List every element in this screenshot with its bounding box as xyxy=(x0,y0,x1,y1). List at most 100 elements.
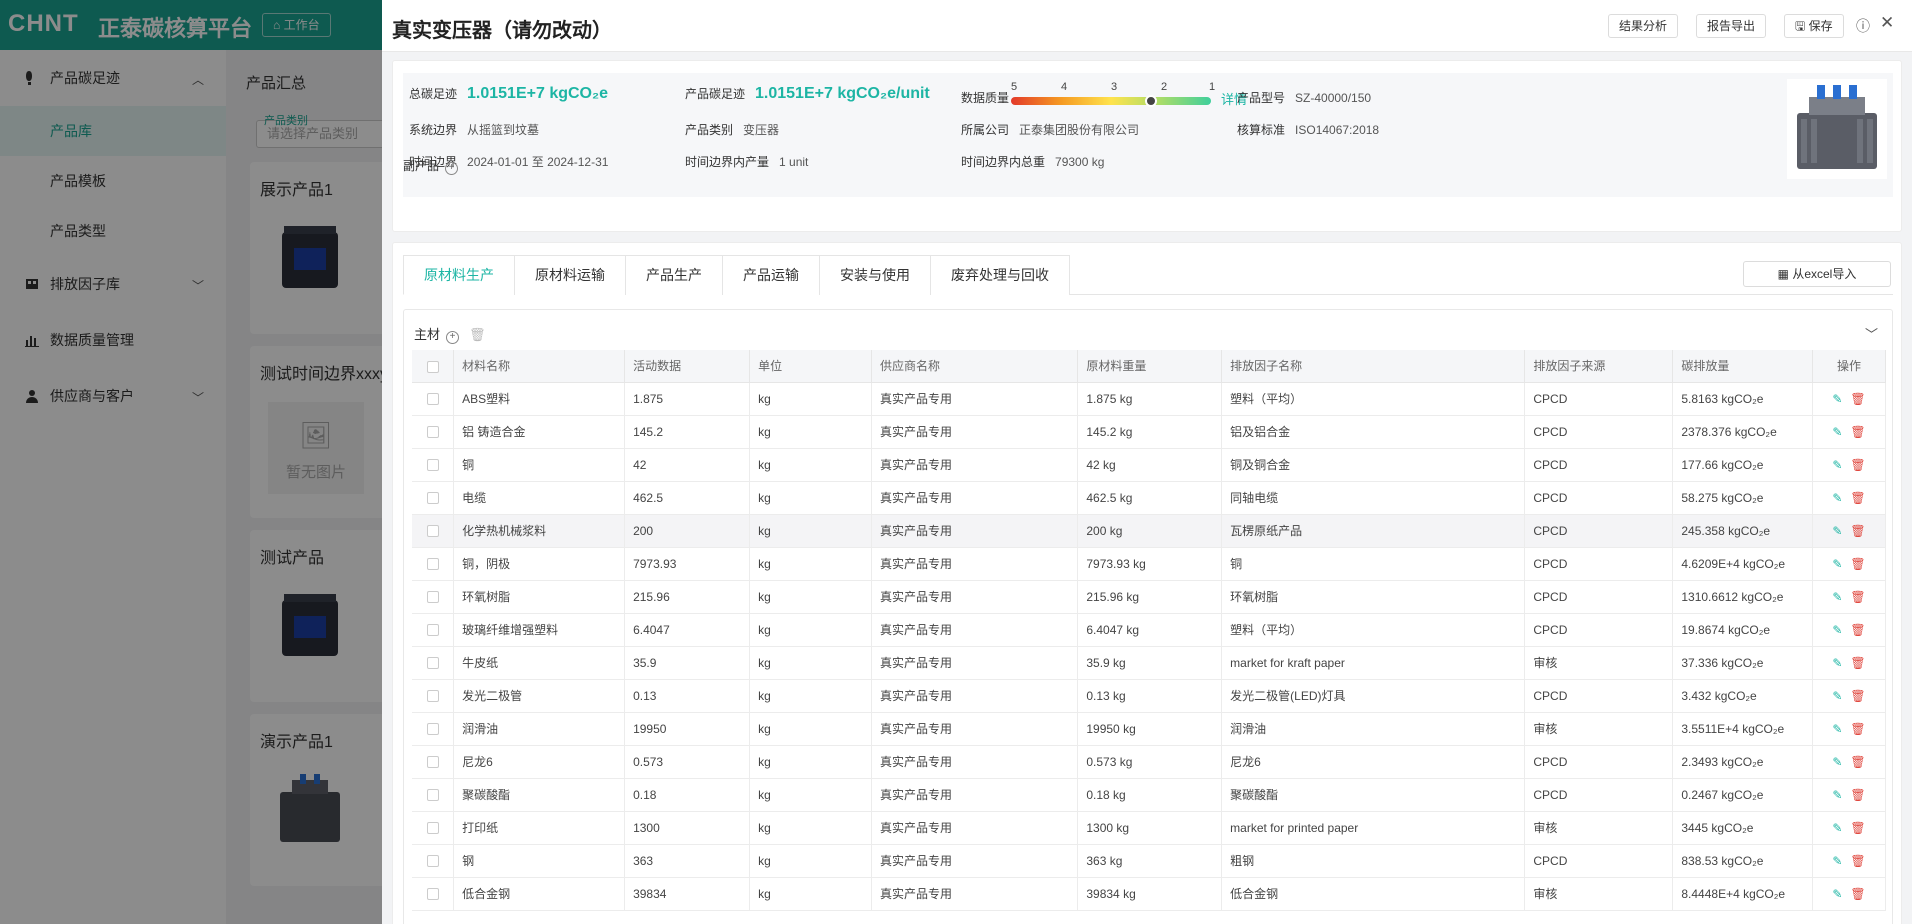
edit-icon[interactable]: ✎ xyxy=(1832,392,1842,406)
row-checkbox[interactable] xyxy=(426,624,439,637)
table-row[interactable]: 尼龙6 0.573 kg 真实产品专用 0.573 kg 尼龙6 CPCD 2.3493 kg… xyxy=(412,745,1887,779)
table-row[interactable]: 环氧树脂 215.96 kg 真实产品专用 215.96 kg 环氧树脂 CPCD 1310.… xyxy=(412,580,1887,614)
table-cell: CPCD xyxy=(1524,679,1674,713)
edit-icon[interactable]: ✎ xyxy=(1832,623,1842,637)
edit-icon[interactable]: ✎ xyxy=(1832,656,1842,670)
row-checkbox[interactable] xyxy=(426,789,439,802)
chevron-down-icon[interactable]: ﹀ xyxy=(1865,324,1878,343)
table-row[interactable]: 润滑油 19950 kg 真实产品专用 19950 kg 润滑油 审核 3.5511E+4 k… xyxy=(412,712,1887,746)
row-checkbox[interactable] xyxy=(426,822,439,835)
add-byproduct-icon[interactable]: + xyxy=(445,162,459,175)
table-cell: 1310.6612 kgCO₂e xyxy=(1672,580,1813,614)
row-checkbox[interactable] xyxy=(426,855,439,868)
field-value: 从摇篮到坟墓 xyxy=(467,123,540,137)
data-quality-bar xyxy=(1011,97,1211,105)
delete-icon[interactable]: 🗑 xyxy=(1850,557,1865,571)
table-row[interactable]: 聚碳酸酯 0.18 kg 真实产品专用 0.18 kg 聚碳酸酯 CPCD 0.2467 kg… xyxy=(412,778,1887,812)
table-row[interactable]: 牛皮纸 35.9 kg 真实产品专用 35.9 kg market for kraft p… xyxy=(412,646,1887,680)
trash-icon[interactable]: 🗑 xyxy=(469,327,486,342)
table-row[interactable]: 铜 42 kg 真实产品专用 42 kg 铜及铜合金 CPCD 177.66 kgCO₂e ✎ 🗑 xyxy=(412,448,1887,482)
table-row[interactable]: 化学热机械浆料 200 kg 真实产品专用 200 kg 瓦楞原纸产品 CPCD 245.35… xyxy=(412,514,1887,548)
table-cell: kg xyxy=(749,613,873,647)
edit-icon[interactable]: ✎ xyxy=(1832,821,1842,835)
help-icon[interactable]: ⓘ xyxy=(1856,16,1870,36)
delete-icon[interactable]: 🗑 xyxy=(1850,458,1865,472)
delete-icon[interactable]: 🗑 xyxy=(1850,590,1865,604)
delete-icon[interactable]: 🗑 xyxy=(1850,689,1865,703)
table-cell: kg xyxy=(749,877,873,911)
tab-raw-material-transport[interactable]: 原材料运输 xyxy=(514,255,626,295)
table-row[interactable]: 打印纸 1300 kg 真实产品专用 1300 kg market for printed… xyxy=(412,811,1887,845)
tab-installation-use[interactable]: 安装与使用 xyxy=(819,255,931,295)
excel-import-button[interactable]: ▦ 从excel导入 xyxy=(1743,261,1891,287)
edit-icon[interactable]: ✎ xyxy=(1832,722,1842,736)
edit-icon[interactable]: ✎ xyxy=(1832,458,1842,472)
byproduct-label: 副产品 xyxy=(403,159,440,173)
edit-icon[interactable]: ✎ xyxy=(1832,887,1842,901)
column-header: 操作 xyxy=(1812,350,1887,383)
row-checkbox[interactable] xyxy=(426,393,439,406)
table-cell: 真实产品专用 xyxy=(871,613,1079,647)
row-checkbox[interactable] xyxy=(426,591,439,604)
edit-icon[interactable]: ✎ xyxy=(1832,590,1842,604)
table-row[interactable]: 钢 363 kg 真实产品专用 363 kg 粗钢 CPCD 838.53 kgCO₂e ✎ 🗑 xyxy=(412,844,1887,878)
row-checkbox[interactable] xyxy=(426,756,439,769)
table-row[interactable]: 玻璃纤维增强塑料 6.4047 kg 真实产品专用 6.4047 kg 塑料（平均） CPC… xyxy=(412,613,1887,647)
row-checkbox[interactable] xyxy=(426,888,439,901)
row-actions: ✎ 🗑 xyxy=(1812,547,1887,581)
edit-icon[interactable]: ✎ xyxy=(1832,425,1842,439)
tab-raw-material-production[interactable]: 原材料生产 xyxy=(403,255,515,295)
row-checkbox[interactable] xyxy=(426,426,439,439)
edit-icon[interactable]: ✎ xyxy=(1832,689,1842,703)
table-cell: 审核 xyxy=(1524,877,1674,911)
edit-icon[interactable]: ✎ xyxy=(1832,557,1842,571)
row-checkbox[interactable] xyxy=(426,690,439,703)
tab-product-transport[interactable]: 产品运输 xyxy=(722,255,820,295)
delete-icon[interactable]: 🗑 xyxy=(1850,821,1865,835)
edit-icon[interactable]: ✎ xyxy=(1832,788,1842,802)
select-all-checkbox[interactable] xyxy=(426,360,439,373)
edit-icon[interactable]: ✎ xyxy=(1832,491,1842,505)
delete-icon[interactable]: 🗑 xyxy=(1850,887,1865,901)
dq-tick: 1 xyxy=(1209,81,1216,93)
delete-icon[interactable]: 🗑 xyxy=(1850,425,1865,439)
save-button[interactable]: 🖫 保存 xyxy=(1784,14,1844,38)
delete-icon[interactable]: 🗑 xyxy=(1850,755,1865,769)
row-checkbox[interactable] xyxy=(426,492,439,505)
tab-product-production[interactable]: 产品生产 xyxy=(625,255,723,295)
delete-icon[interactable]: 🗑 xyxy=(1850,656,1865,670)
row-checkbox[interactable] xyxy=(426,525,439,538)
row-select-cell xyxy=(412,778,455,812)
table-row[interactable]: 电缆 462.5 kg 真实产品专用 462.5 kg 同轴电缆 CPCD 58.275 kg… xyxy=(412,481,1887,515)
tab-disposal-recycling[interactable]: 废弃处理与回收 xyxy=(930,255,1070,295)
delete-icon[interactable]: 🗑 xyxy=(1850,788,1865,802)
report-export-button[interactable]: 报告导出 xyxy=(1696,14,1767,38)
table-row[interactable]: 铝 铸造合金 145.2 kg 真实产品专用 145.2 kg 铝及铝合金 CPCD 2378… xyxy=(412,415,1887,449)
column-header: 原材料重量 xyxy=(1077,350,1223,383)
product-model-field: 产品型号 SZ-40000/150 xyxy=(1237,89,1371,106)
edit-icon[interactable]: ✎ xyxy=(1832,755,1842,769)
row-select-cell xyxy=(412,811,455,845)
add-material-icon[interactable]: + xyxy=(446,331,460,344)
row-checkbox[interactable] xyxy=(426,723,439,736)
row-checkbox[interactable] xyxy=(426,558,439,571)
result-analysis-button[interactable]: 结果分析 xyxy=(1608,14,1679,38)
table-row[interactable]: 发光二极管 0.13 kg 真实产品专用 0.13 kg 发光二极管(LED)灯具 CPCD… xyxy=(412,679,1887,713)
row-checkbox[interactable] xyxy=(426,657,439,670)
delete-icon[interactable]: 🗑 xyxy=(1850,854,1865,868)
delete-icon[interactable]: 🗑 xyxy=(1850,491,1865,505)
close-icon[interactable]: ✕ xyxy=(1880,13,1894,33)
table-row[interactable]: 低合金钢 39834 kg 真实产品专用 39834 kg 低合金钢 审核 8.4448E+4… xyxy=(412,877,1887,911)
edit-icon[interactable]: ✎ xyxy=(1832,854,1842,868)
table-row[interactable]: ABS塑料 1.875 kg 真实产品专用 1.875 kg 塑料（平均） CPCD 5.81… xyxy=(412,382,1887,416)
delete-icon[interactable]: 🗑 xyxy=(1850,722,1865,736)
table-row[interactable]: 铜，阴极 7973.93 kg 真实产品专用 7973.93 kg 铜 CPCD 4.6209… xyxy=(412,547,1887,581)
delete-icon[interactable]: 🗑 xyxy=(1850,623,1865,637)
table-cell: 塑料（平均） xyxy=(1221,613,1526,647)
delete-icon[interactable]: 🗑 xyxy=(1850,524,1865,538)
delete-icon[interactable]: 🗑 xyxy=(1850,392,1865,406)
table-cell: CPCD xyxy=(1524,514,1674,548)
row-select-cell xyxy=(412,481,455,515)
row-checkbox[interactable] xyxy=(426,459,439,472)
edit-icon[interactable]: ✎ xyxy=(1832,524,1842,538)
